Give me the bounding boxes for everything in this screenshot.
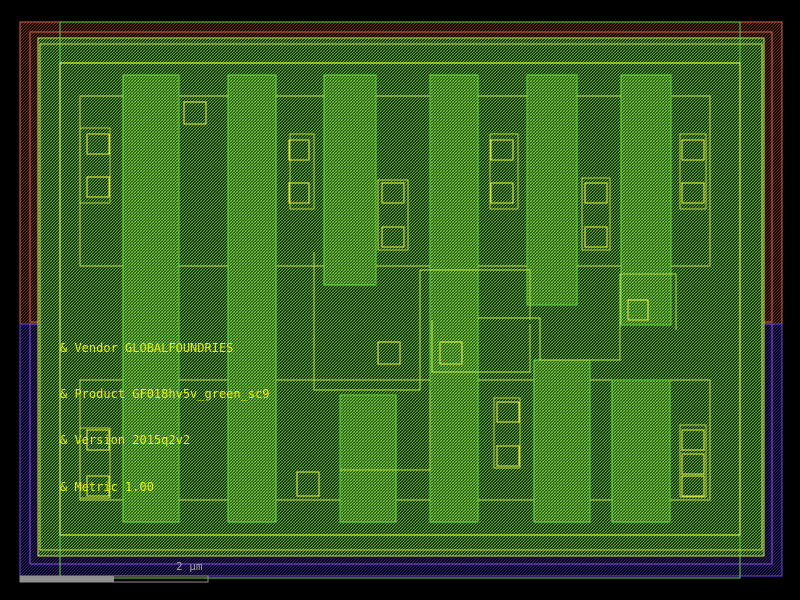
layout-canvas bbox=[19, 21, 783, 583]
gate-bottom-3 bbox=[339, 394, 397, 523]
gate-finger-1 bbox=[122, 74, 180, 523]
scale-label: 2 µm bbox=[176, 560, 203, 573]
gate-bottom-5 bbox=[533, 359, 591, 523]
gate-finger-3 bbox=[323, 74, 377, 286]
scale-bar-fill bbox=[20, 576, 114, 582]
gate-finger-5 bbox=[526, 74, 578, 306]
version-label: & Version 2015q2v2 bbox=[60, 433, 191, 447]
gate-finger-6 bbox=[620, 74, 672, 326]
layout-viewer: & Vendor GLOBALFOUNDRIES & Product GF018… bbox=[0, 0, 800, 600]
product-label: & Product GF018hv5v_green_sc9 bbox=[60, 387, 270, 401]
vendor-label: & Vendor GLOBALFOUNDRIES bbox=[60, 341, 234, 355]
gate-finger-2 bbox=[227, 74, 277, 523]
gate-finger-4 bbox=[429, 74, 479, 523]
gate-bottom-6 bbox=[611, 379, 671, 523]
metric-label: & Metric 1.00 bbox=[60, 480, 154, 494]
